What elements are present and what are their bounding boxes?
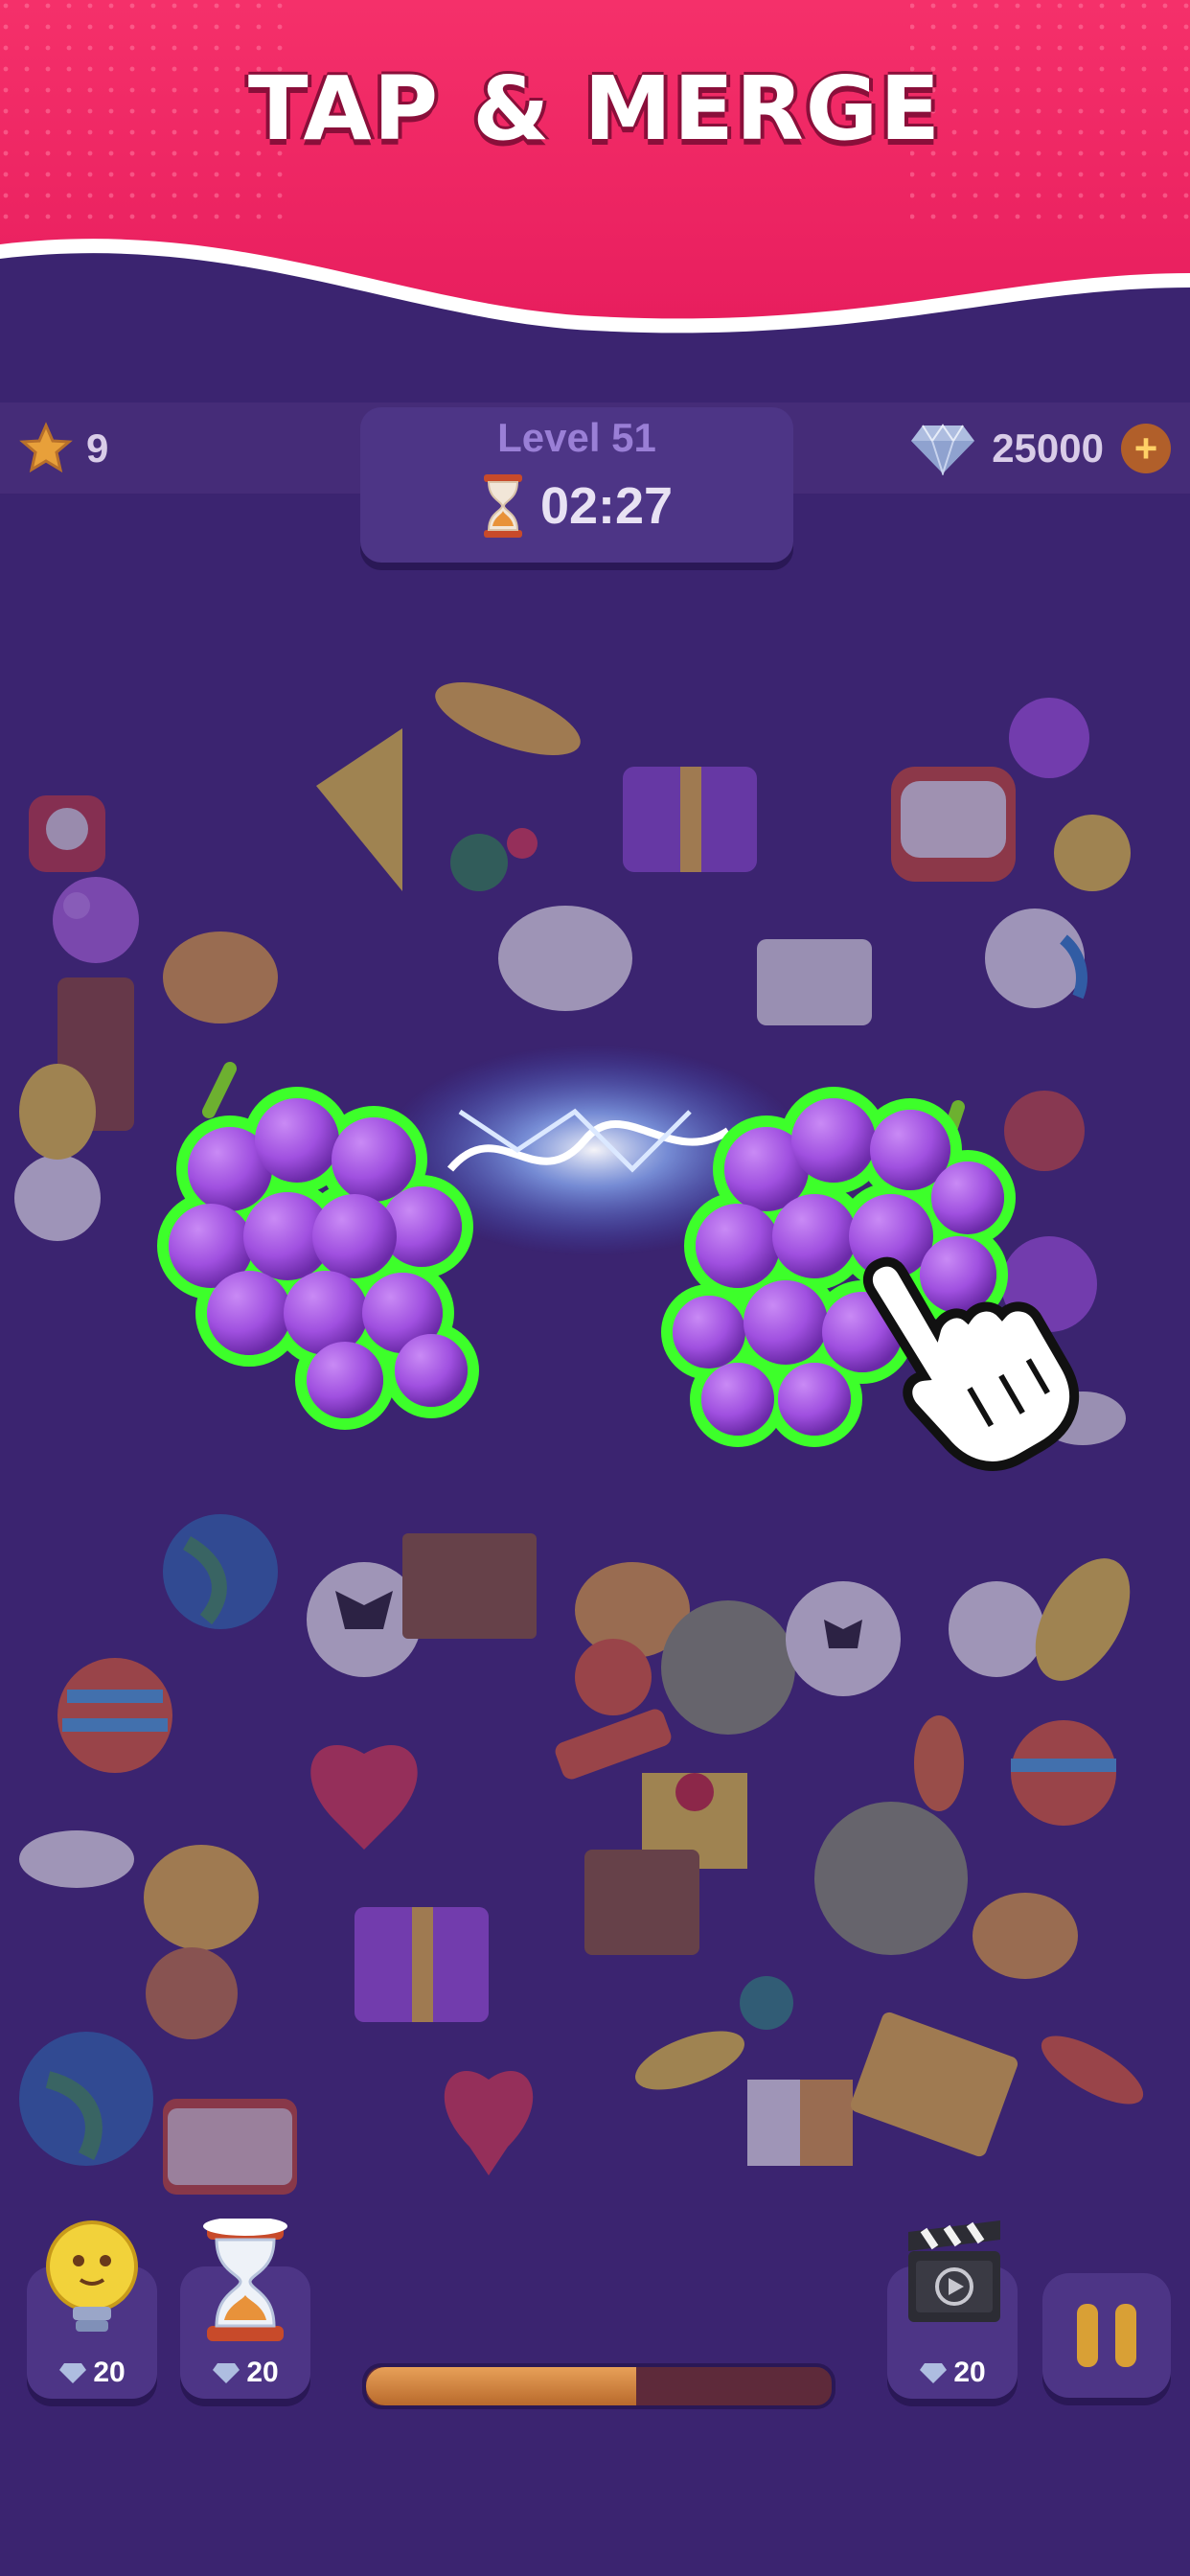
tile-item — [949, 1581, 1044, 1677]
tile-item — [19, 1064, 96, 1160]
game-board — [0, 575, 1190, 2204]
tile-item — [402, 1533, 537, 1639]
tile-item — [444, 2070, 534, 2175]
tile-item — [53, 877, 139, 963]
tile-item — [786, 1581, 901, 1696]
gems-counter: 25000 + — [909, 422, 1171, 475]
promo-banner: TAP & MERGE — [0, 0, 1190, 345]
tile-item — [1041, 2036, 1144, 2104]
tile-item — [146, 1947, 238, 2039]
tile-item — [316, 728, 402, 891]
frozen-hourglass-icon — [203, 2219, 287, 2341]
tile-item — [450, 828, 538, 891]
level-panel: Level 51 02:27 — [360, 407, 793, 563]
level-label: Level 51 — [497, 415, 656, 460]
progress-bar — [362, 2363, 835, 2409]
tile-item — [498, 906, 632, 1011]
tile-item — [914, 1715, 964, 1811]
pause-icon-bar — [1115, 2304, 1136, 2367]
tile-item — [19, 1830, 134, 1888]
tile-item — [435, 682, 581, 755]
video-cost-value: 20 — [953, 2357, 986, 2388]
stars-value: 9 — [86, 426, 109, 471]
tile-item — [1001, 1091, 1097, 1332]
diamond-icon — [920, 2363, 948, 2383]
pause-button[interactable] — [1042, 2273, 1171, 2398]
diamond-icon — [59, 2363, 87, 2383]
diamond-icon — [213, 2363, 240, 2383]
freeze-cost-value: 20 — [246, 2357, 279, 2388]
video-cost: 20 — [887, 2357, 1018, 2389]
tile-item — [814, 1802, 968, 1955]
tile-item — [163, 2099, 297, 2195]
hourglass-icon — [483, 474, 522, 538]
tile-item — [29, 795, 105, 872]
tile-item — [740, 1976, 793, 2030]
timer-value: 02:27 — [539, 477, 674, 535]
hint-cost: 20 — [27, 2357, 157, 2389]
hint-cost-value: 20 — [93, 2357, 126, 2388]
tile-item — [850, 2012, 1018, 2157]
progress-fill — [366, 2367, 636, 2405]
tile-item — [19, 2032, 153, 2166]
tile-item — [584, 1850, 699, 1955]
tile-item — [623, 767, 757, 872]
tile-item — [635, 2031, 744, 2090]
banner-title: TAP & MERGE — [247, 58, 943, 160]
timer-row: 02:27 — [360, 472, 793, 540]
freeze-booster-button[interactable]: 20 — [180, 2219, 310, 2399]
tile-item — [1054, 815, 1131, 891]
gems-value: 25000 — [992, 426, 1104, 471]
tile-item — [757, 939, 872, 1025]
tile-item — [355, 1907, 489, 2022]
tile-item — [310, 1744, 418, 1850]
stars-counter: 9 — [19, 422, 108, 475]
tile-item — [973, 1893, 1078, 1979]
star-icon — [19, 422, 73, 473]
tile-item — [747, 2080, 853, 2166]
tile-item — [985, 908, 1087, 1008]
tile-item — [57, 1658, 172, 1773]
tile-item — [144, 1845, 259, 1950]
tile-item — [661, 1600, 795, 1735]
tile-item — [575, 1639, 652, 1715]
tile-item — [14, 1155, 101, 1241]
hint-booster-button[interactable]: 20 — [27, 2220, 157, 2399]
lightbulb-icon — [46, 2220, 138, 2332]
video-booster-button[interactable]: 20 — [887, 2220, 1018, 2399]
pause-icon — [1077, 2304, 1098, 2367]
tile-item — [1009, 698, 1089, 778]
clapperboard-icon — [908, 2220, 1000, 2322]
diamond-icon — [911, 424, 975, 475]
plus-icon: + — [1133, 426, 1158, 471]
tile-item — [555, 1709, 672, 1780]
tile-item — [1011, 1720, 1116, 1826]
add-gems-button[interactable]: + — [1121, 424, 1171, 473]
freeze-cost: 20 — [180, 2357, 310, 2389]
tile-item — [163, 1514, 278, 1629]
tile-item — [891, 767, 1016, 882]
tile-item — [163, 932, 278, 1024]
